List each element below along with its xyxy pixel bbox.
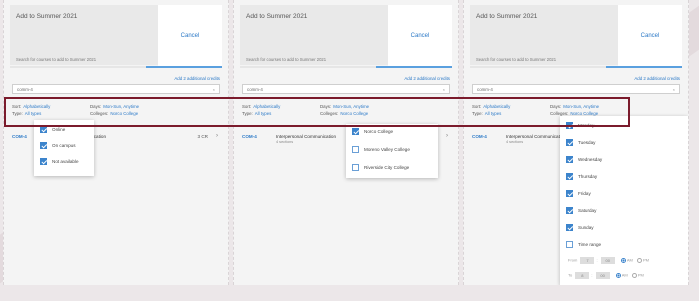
panel-title: Add to Summer 2021	[476, 13, 538, 20]
add-course-panel: Add to Summer 2021 Search for courses to…	[463, 0, 689, 285]
from-pm-label: PM	[642, 257, 649, 263]
from-am-label: AM	[626, 257, 633, 263]
college-filter-dropdown: Norco College Moreno Valley College Rive…	[346, 124, 438, 178]
chevron-right-icon[interactable]: ›	[446, 133, 448, 139]
panel-header: Add to Summer 2021 Search for courses to…	[240, 5, 452, 67]
course-sections: 4 sections	[506, 140, 524, 144]
checkbox-checked-icon[interactable]	[566, 224, 573, 231]
radio-selected-icon[interactable]	[620, 258, 626, 263]
course-sections: 4 sections	[276, 140, 294, 144]
progress-fill	[375, 66, 452, 68]
time-from-row: From 7: 00 AM PM	[568, 257, 649, 264]
checkbox-checked-icon[interactable]	[566, 207, 573, 214]
checkbox-icon[interactable]	[352, 164, 359, 171]
checkbox-icon[interactable]	[566, 241, 573, 248]
course-code: COM-4	[12, 134, 27, 139]
course-units: 3 CR	[197, 134, 208, 139]
course-name: Interpersonal Communication	[506, 134, 567, 139]
option-label: Moreno Valley College	[364, 147, 410, 152]
course-code: COM-4	[242, 134, 257, 139]
clear-icon[interactable]: ×	[443, 85, 445, 95]
progress-fill	[145, 66, 222, 68]
panel-title: Add to Summer 2021	[16, 13, 78, 20]
option-label: Sunday	[578, 225, 594, 230]
progress-bar	[470, 66, 682, 68]
panel-header: Add to Summer 2021 Search for courses to…	[470, 5, 682, 67]
progress-bar	[10, 66, 222, 68]
from-minute-input[interactable]: 00	[600, 257, 615, 264]
option-label: Friday	[578, 191, 591, 196]
option-label: Riverside City College	[364, 165, 410, 170]
option-label: On campus	[52, 143, 76, 148]
checkbox-checked-icon[interactable]	[566, 156, 573, 163]
panel-subtitle: Search for courses to add to Summer 2021	[246, 57, 327, 62]
checkbox-checked-icon[interactable]	[566, 190, 573, 197]
radio-selected-icon[interactable]	[615, 273, 621, 278]
radio-icon[interactable]	[636, 258, 642, 263]
add-course-panel: Add to Summer 2021 Search for courses to…	[3, 0, 229, 285]
checkbox-checked-icon[interactable]	[40, 126, 47, 133]
search-value: comm-4	[477, 87, 493, 92]
search-value: comm-4	[247, 87, 263, 92]
time-to-row: To 8: 00 AM PM	[568, 272, 644, 279]
course-code: COM-4	[472, 134, 487, 139]
radio-icon[interactable]	[631, 273, 637, 278]
checkbox-icon[interactable]	[352, 146, 359, 153]
to-pm-label: PM	[637, 272, 644, 278]
to-am-label: AM	[621, 272, 628, 278]
panel-title: Add to Summer 2021	[246, 13, 308, 20]
panel-subtitle: Search for courses to add to Summer 2021	[476, 57, 557, 62]
checkbox-checked-icon[interactable]	[40, 158, 47, 165]
option-label: Not available	[52, 159, 79, 164]
filter-row-highlight	[4, 97, 630, 127]
to-hour-input[interactable]: 8	[575, 272, 590, 279]
to-label: To	[568, 272, 573, 278]
add-credits-link[interactable]: Add 2 additional credits	[174, 76, 220, 81]
progress-fill	[605, 66, 682, 68]
panel-subtitle: Search for courses to add to Summer 2021	[16, 57, 97, 62]
option-label: Tuesday	[578, 140, 596, 145]
checkbox-checked-icon[interactable]	[566, 173, 573, 180]
clear-icon[interactable]: ×	[673, 85, 675, 95]
progress-bar	[240, 66, 452, 68]
add-credits-link[interactable]: Add 2 additional credits	[634, 76, 680, 81]
days-filter-dropdown: Monday Tuesday Wednesday Thursday Friday…	[560, 116, 688, 285]
search-value: comm-4	[17, 87, 33, 92]
to-minute-input[interactable]: 00	[595, 272, 610, 279]
type-filter-dropdown: Online On campus Not available	[34, 120, 94, 176]
option-label: Time range	[578, 242, 602, 247]
clear-icon[interactable]: ×	[213, 85, 215, 95]
option-label: Online	[52, 127, 66, 132]
checkbox-checked-icon[interactable]	[352, 128, 359, 135]
option-label: Saturday	[578, 208, 597, 213]
add-credits-link[interactable]: Add 2 additional credits	[404, 76, 450, 81]
from-label: From	[568, 257, 578, 263]
cancel-button[interactable]: Cancel	[618, 5, 682, 67]
checkbox-checked-icon[interactable]	[566, 139, 573, 146]
cancel-button[interactable]: Cancel	[158, 5, 222, 67]
from-hour-input[interactable]: 7	[580, 257, 595, 264]
checkbox-checked-icon[interactable]	[40, 142, 47, 149]
option-label: Norco College	[364, 129, 394, 134]
search-input[interactable]: comm-4 ×	[472, 84, 680, 94]
option-label: Thursday	[578, 174, 598, 179]
search-input[interactable]: comm-4 ×	[12, 84, 220, 94]
search-input[interactable]: comm-4 ×	[242, 84, 450, 94]
chevron-right-icon[interactable]: ›	[216, 133, 218, 139]
course-name: Interpersonal Communication	[276, 134, 337, 139]
option-label: Wednesday	[578, 157, 603, 162]
cancel-button[interactable]: Cancel	[388, 5, 452, 67]
add-course-panel: Add to Summer 2021 Search for courses to…	[233, 0, 459, 285]
panel-header: Add to Summer 2021 Search for courses to…	[10, 5, 222, 67]
